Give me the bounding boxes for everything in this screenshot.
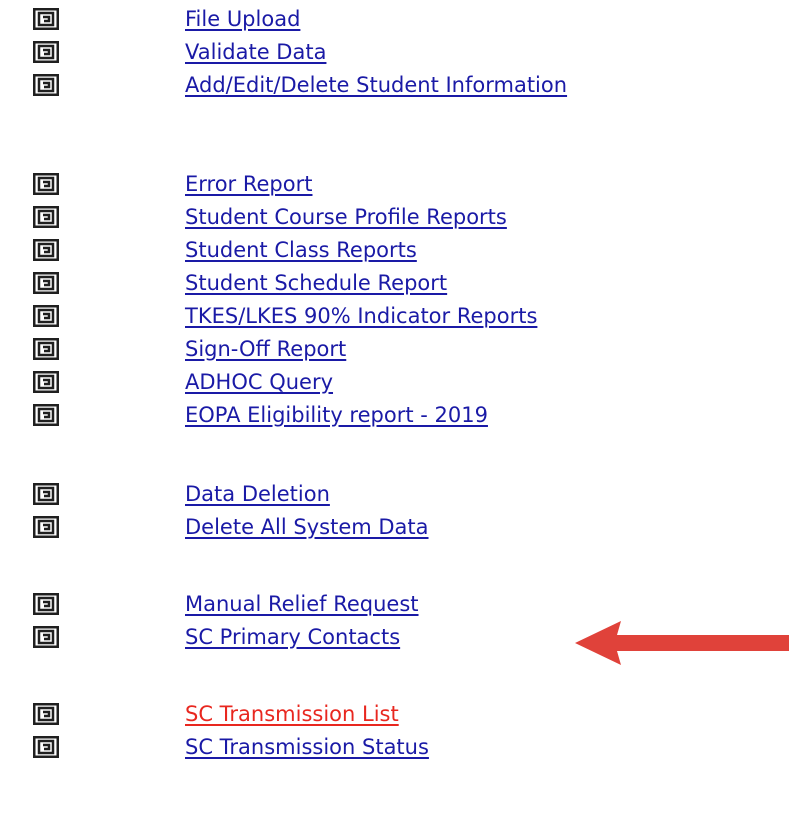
spiral-menu-icon <box>33 403 59 426</box>
student-schedule-report-link[interactable]: Student Schedule Report <box>185 271 447 295</box>
manual-relief-request-link[interactable]: Manual Relief Request <box>185 592 419 616</box>
menu-item-file-upload[interactable]: File Upload <box>0 2 789 35</box>
menu-item-adhoc-query[interactable]: ADHOC Query <box>0 365 789 398</box>
student-course-profile-reports-link[interactable]: Student Course Profile Reports <box>185 205 507 229</box>
menu-item-student-course-profile-reports[interactable]: Student Course Profile Reports <box>0 200 789 233</box>
sign-off-report-link[interactable]: Sign-Off Report <box>185 337 346 361</box>
sc-transmission-list-link[interactable]: SC Transmission List <box>185 702 399 726</box>
spiral-menu-icon <box>33 238 59 261</box>
menu-group: Data Deletion Delete All System Data <box>0 477 789 543</box>
menu-group: SC Transmission List SC Transmission Sta… <box>0 697 789 763</box>
spiral-menu-icon <box>33 370 59 393</box>
spiral-menu-icon <box>33 7 59 30</box>
file-upload-link[interactable]: File Upload <box>185 7 300 31</box>
spiral-menu-icon <box>33 73 59 96</box>
validate-data-link[interactable]: Validate Data <box>185 40 326 64</box>
data-deletion-link[interactable]: Data Deletion <box>185 482 330 506</box>
adhoc-query-link[interactable]: ADHOC Query <box>185 370 333 394</box>
menu-item-student-class-reports[interactable]: Student Class Reports <box>0 233 789 266</box>
spiral-menu-icon <box>33 337 59 360</box>
menu-item-sc-transmission-status[interactable]: SC Transmission Status <box>0 730 789 763</box>
add-edit-delete-student-link[interactable]: Add/Edit/Delete Student Information <box>185 73 567 97</box>
sc-transmission-status-link[interactable]: SC Transmission Status <box>185 735 429 759</box>
menu-item-sc-transmission-list[interactable]: SC Transmission List <box>0 697 789 730</box>
menu-item-student-schedule-report[interactable]: Student Schedule Report <box>0 266 789 299</box>
student-class-reports-link[interactable]: Student Class Reports <box>185 238 417 262</box>
spiral-menu-icon <box>33 482 59 505</box>
spiral-menu-icon <box>33 172 59 195</box>
tkes-lkes-indicator-reports-link[interactable]: TKES/LKES 90% Indicator Reports <box>185 304 537 328</box>
sc-primary-contacts-link[interactable]: SC Primary Contacts <box>185 625 400 649</box>
delete-all-system-data-link[interactable]: Delete All System Data <box>185 515 429 539</box>
spiral-menu-icon <box>33 625 59 648</box>
spiral-menu-icon <box>33 735 59 758</box>
spiral-menu-icon <box>33 515 59 538</box>
spiral-menu-icon <box>33 205 59 228</box>
spiral-menu-icon <box>33 304 59 327</box>
menu-group: File Upload Validate Data Add/Edit/Delet… <box>0 2 789 101</box>
menu-item-delete-all-system-data[interactable]: Delete All System Data <box>0 510 789 543</box>
menu-group: Error Report Student Course Profile Repo… <box>0 167 789 431</box>
spiral-menu-icon <box>33 702 59 725</box>
menu-item-eopa-eligibility-report[interactable]: EOPA Eligibility report - 2019 <box>0 398 789 431</box>
menu-item-sign-off-report[interactable]: Sign-Off Report <box>0 332 789 365</box>
spiral-menu-icon <box>33 271 59 294</box>
menu-item-validate-data[interactable]: Validate Data <box>0 35 789 68</box>
menu-item-tkes-lkes-indicator-reports[interactable]: TKES/LKES 90% Indicator Reports <box>0 299 789 332</box>
menu-item-manual-relief-request[interactable]: Manual Relief Request <box>0 587 789 620</box>
error-report-link[interactable]: Error Report <box>185 172 312 196</box>
annotation-arrow-icon <box>575 621 789 665</box>
menu-item-data-deletion[interactable]: Data Deletion <box>0 477 789 510</box>
spiral-menu-icon <box>33 592 59 615</box>
menu-item-error-report[interactable]: Error Report <box>0 167 789 200</box>
spiral-menu-icon <box>33 40 59 63</box>
eopa-eligibility-report-link[interactable]: EOPA Eligibility report - 2019 <box>185 403 488 427</box>
menu-item-add-edit-delete-student[interactable]: Add/Edit/Delete Student Information <box>0 68 789 101</box>
